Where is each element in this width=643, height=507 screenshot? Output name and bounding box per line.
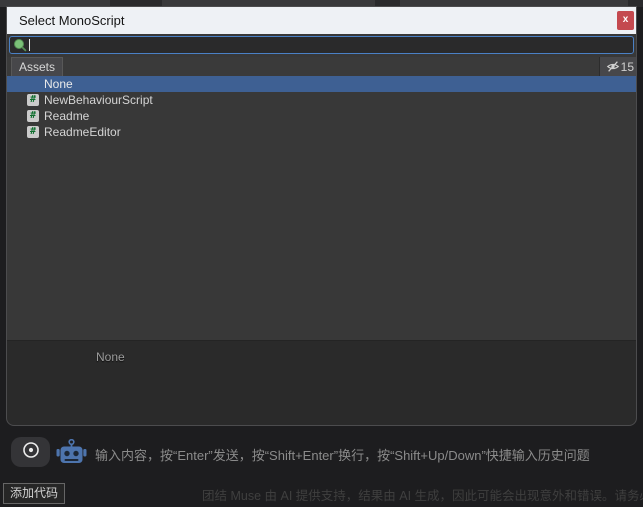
list-item[interactable]: None (7, 76, 636, 92)
preview-selection-label: None (96, 350, 125, 364)
close-button[interactable]: x (617, 11, 634, 30)
browser-tab-row: Assets 15 (7, 57, 636, 76)
select-monoscript-dialog: Select MonoScript x Assets 15 None#NewB (6, 6, 637, 426)
context-target-button[interactable] (11, 437, 50, 467)
dialog-titlebar[interactable]: Select MonoScript x (7, 7, 636, 34)
list-item-label: ReadmeEditor (44, 125, 121, 139)
target-circle-icon (21, 440, 41, 465)
csharp-script-icon: # (27, 126, 39, 138)
list-item-label: NewBehaviourScript (44, 93, 153, 107)
list-item[interactable]: # Readme (7, 108, 636, 124)
search-icon (13, 38, 27, 57)
preview-pane: None (7, 341, 636, 425)
tab-assets[interactable]: Assets (11, 57, 63, 76)
eye-slash-icon (606, 60, 620, 74)
text-caret (29, 39, 30, 51)
muse-robot-icon (56, 439, 87, 471)
add-code-button[interactable]: 添加代码 (3, 483, 65, 504)
hidden-count-button[interactable]: 15 (599, 57, 636, 76)
dialog-title: Select MonoScript (19, 13, 125, 28)
script-list: None # NewBehaviourScript # Readme # ReadmeEdi… (7, 76, 636, 340)
list-item-label: Readme (44, 109, 89, 123)
list-item[interactable]: # NewBehaviourScript (7, 92, 636, 108)
ai-disclaimer-text: 团结 Muse 由 AI 提供支持，结果由 AI 生成，因此可能会出现意外和错误… (202, 485, 643, 504)
hidden-count-label: 15 (621, 60, 634, 74)
csharp-script-icon: # (27, 110, 39, 122)
list-item[interactable]: # ReadmeEditor (7, 124, 636, 140)
chat-input-placeholder[interactable]: 输入内容，按“Enter”发送，按“Shift+Enter”换行，按“Shift… (95, 445, 643, 464)
list-item-label: None (44, 77, 73, 91)
search-input[interactable] (32, 38, 627, 52)
search-field[interactable] (9, 36, 634, 54)
csharp-script-icon: # (27, 94, 39, 106)
